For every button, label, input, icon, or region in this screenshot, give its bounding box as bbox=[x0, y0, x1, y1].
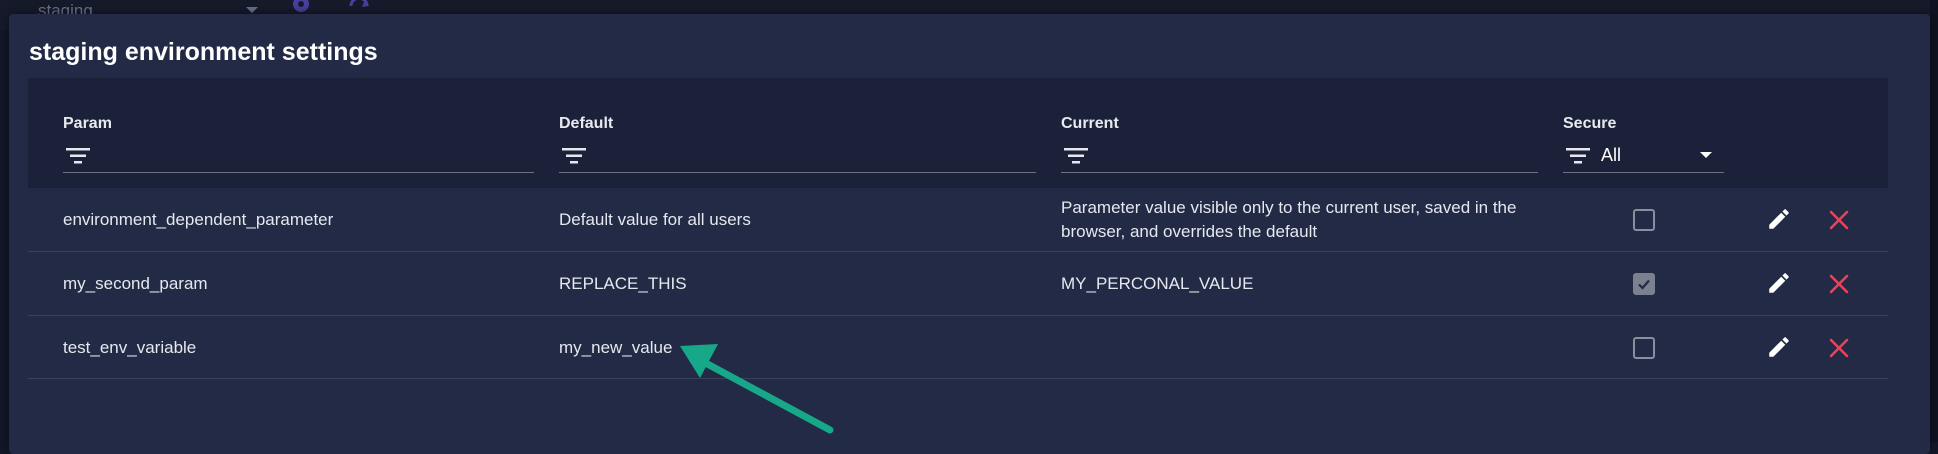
filter-icon bbox=[1566, 148, 1590, 164]
column-header-secure[interactable]: Secure bbox=[1563, 115, 1616, 133]
table-row bbox=[28, 316, 1888, 379]
edit-icon[interactable] bbox=[1766, 206, 1792, 232]
table-row bbox=[28, 252, 1888, 316]
secure-checkbox[interactable] bbox=[1633, 273, 1655, 295]
default-filter-input[interactable] bbox=[559, 138, 1036, 173]
current-filter-input[interactable] bbox=[1061, 138, 1538, 173]
edit-icon[interactable] bbox=[1766, 270, 1792, 296]
edit-icon[interactable] bbox=[1766, 334, 1792, 360]
column-header-default[interactable]: Default bbox=[559, 115, 613, 133]
secure-checkbox[interactable] bbox=[1633, 337, 1655, 359]
checkmark-icon bbox=[1638, 279, 1650, 290]
default-cell: Default value for all users bbox=[559, 210, 751, 229]
column-header-param[interactable]: Param bbox=[63, 115, 112, 133]
close-icon[interactable] bbox=[1827, 272, 1851, 296]
default-cell: REPLACE_THIS bbox=[559, 274, 687, 293]
secure-filter-value: All bbox=[1601, 145, 1622, 165]
secure-filter-select[interactable]: All bbox=[1563, 138, 1724, 173]
column-header-current[interactable]: Current bbox=[1061, 115, 1119, 133]
annotation-arrow bbox=[680, 344, 834, 434]
current-cell-line1: Parameter value visible only to the curr… bbox=[1061, 198, 1517, 217]
default-cell: my_new_value bbox=[559, 338, 673, 357]
dropdown-arrow-icon bbox=[1700, 152, 1712, 158]
close-icon[interactable] bbox=[1827, 336, 1851, 360]
param-cell: my_second_param bbox=[63, 274, 208, 293]
close-icon[interactable] bbox=[1827, 208, 1851, 232]
secure-checkbox[interactable] bbox=[1633, 209, 1655, 231]
dialog-title: staging environment settings bbox=[29, 38, 378, 66]
filter-icon bbox=[562, 148, 586, 164]
chevron-down-icon bbox=[246, 7, 258, 13]
current-cell: MY_PERCONAL_VALUE bbox=[1061, 274, 1254, 293]
param-cell: environment_dependent_parameter bbox=[63, 210, 334, 229]
param-cell: test_env_variable bbox=[63, 338, 197, 357]
filter-icon bbox=[1064, 148, 1088, 164]
background-edge bbox=[1930, 0, 1938, 442]
filter-icon bbox=[66, 148, 90, 164]
param-filter-input[interactable] bbox=[63, 138, 534, 173]
current-cell-line2: browser, and overrides the default bbox=[1061, 222, 1318, 241]
